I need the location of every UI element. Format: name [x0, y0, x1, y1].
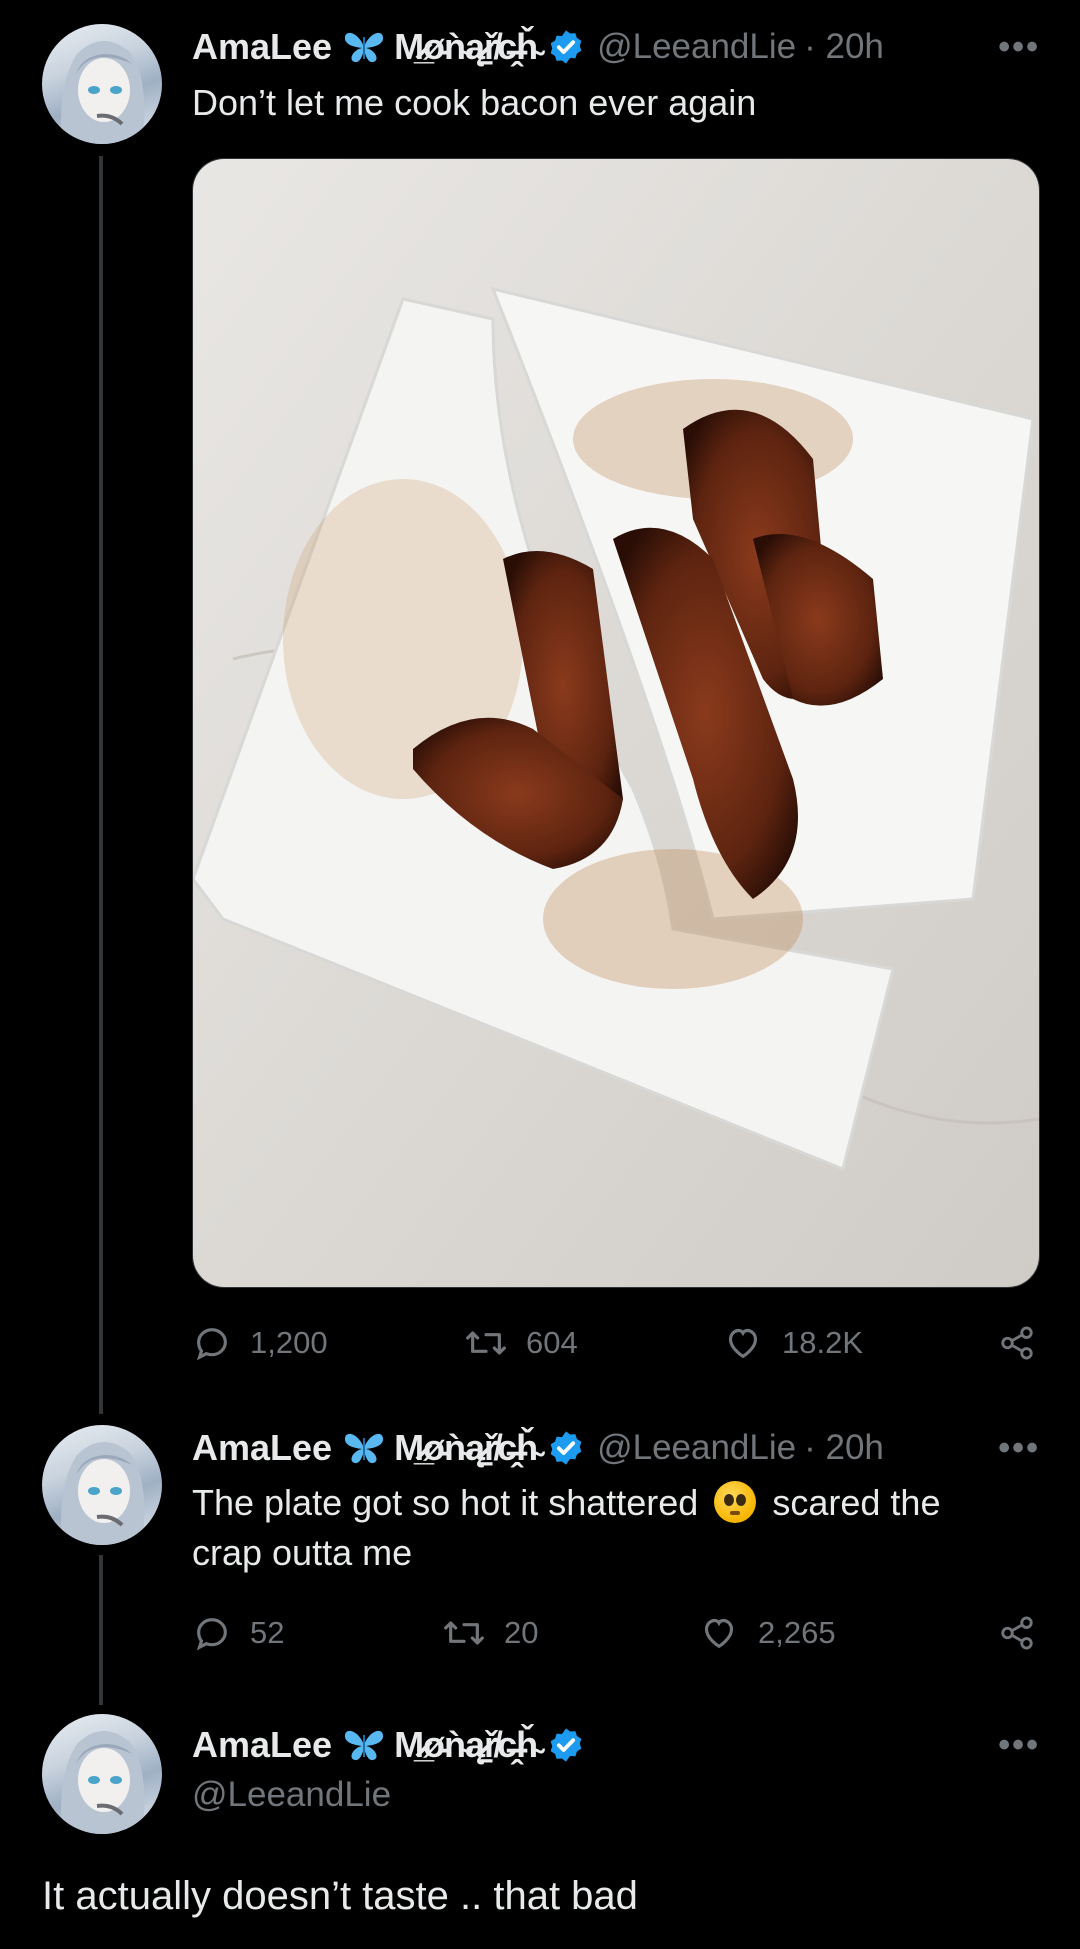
handle[interactable]: @LeeandLie: [597, 1428, 796, 1468]
more-icon[interactable]: •••: [998, 1429, 1040, 1468]
verified-badge-icon: [547, 1429, 585, 1467]
tweet-actions: 52 20 2,265: [192, 1608, 1040, 1658]
repost-icon: [466, 1331, 506, 1355]
timestamp[interactable]: · 20h: [804, 27, 884, 67]
repost-count: 604: [526, 1325, 578, 1360]
reply-count: 1,200: [250, 1325, 328, 1360]
tweet-header: AmaLee M̷̲ø̵ǹ̴ą̷̠ř̸c̶̭ȟ̴ @LeeandLie · 20…: [192, 22, 884, 72]
reply-button[interactable]: 52: [192, 1608, 284, 1658]
tweet-text-part: scared the: [772, 1482, 941, 1523]
tweet-header: AmaLee M̷̲ø̵ǹ̴ą̷̠ř̸c̶̭ȟ̴ @LeeandLie · 20…: [192, 1423, 884, 1473]
repost-button[interactable]: 604: [464, 1318, 578, 1368]
tweet-text-part: crap outta me: [192, 1532, 413, 1573]
like-button[interactable]: 18.2K: [722, 1318, 863, 1368]
share-icon: [1001, 1616, 1033, 1650]
share-button[interactable]: [998, 1318, 1054, 1368]
verified-badge-icon: [547, 28, 585, 66]
like-button[interactable]: 2,265: [698, 1608, 836, 1658]
thread-line: [99, 156, 103, 1414]
repost-icon: [444, 1621, 484, 1645]
timestamp[interactable]: · 20h: [804, 1428, 884, 1468]
tweet-text: It actually doesn’t taste .. that bad: [42, 1874, 638, 1918]
tweet-text-part: The plate got so hot it shattered: [192, 1482, 699, 1523]
avatar[interactable]: [42, 1425, 162, 1545]
reply-icon: [196, 1328, 227, 1361]
name-suffix: M̷̲ø̵ǹ̴ą̷̠ř̸c̶̭ȟ̴: [394, 1724, 538, 1765]
like-count: 18.2K: [782, 1325, 864, 1360]
tweet-actions: 1,200 604 18.2K: [192, 1318, 1040, 1368]
avatar[interactable]: [42, 24, 162, 144]
share-button[interactable]: [998, 1608, 1054, 1658]
more-icon[interactable]: •••: [998, 1726, 1040, 1765]
handle[interactable]: @LeeandLie: [597, 27, 796, 67]
name-suffix: M̷̲ø̵ǹ̴ą̷̠ř̸c̶̭ȟ̴: [394, 1427, 538, 1468]
heart-icon: [704, 1618, 734, 1649]
flushed-face-icon: [714, 1481, 757, 1524]
butterfly-icon: [342, 1430, 386, 1466]
avatar[interactable]: [42, 1714, 162, 1834]
display-name[interactable]: AmaLee: [192, 1427, 332, 1469]
reply-icon: [196, 1618, 227, 1651]
display-name[interactable]: AmaLee: [192, 1724, 332, 1766]
more-icon[interactable]: •••: [998, 28, 1040, 67]
tweet-header: AmaLee M̷̲ø̵ǹ̴ą̷̠ř̸c̶̭ȟ̴: [192, 1720, 585, 1770]
display-name[interactable]: AmaLee: [192, 26, 332, 68]
repost-button[interactable]: 20: [442, 1608, 538, 1658]
butterfly-icon: [342, 1727, 386, 1763]
handle[interactable]: @LeeandLie: [192, 1770, 391, 1820]
heart-icon: [728, 1328, 758, 1359]
tweet-text: The plate got so hot it shattered scared…: [192, 1478, 1012, 1578]
thread-line: [99, 1555, 103, 1705]
verified-badge-icon: [547, 1726, 585, 1764]
tweet-media[interactable]: [192, 158, 1040, 1288]
reply-count: 52: [250, 1615, 285, 1650]
share-icon: [1001, 1326, 1033, 1360]
name-suffix: M̷̲ø̵ǹ̴ą̷̠ř̸c̶̭ȟ̴: [394, 26, 538, 67]
reply-button[interactable]: 1,200: [192, 1318, 328, 1368]
butterfly-icon: [342, 29, 386, 65]
like-count: 2,265: [758, 1615, 836, 1650]
repost-count: 20: [504, 1615, 539, 1650]
tweet-text: Don’t let me cook bacon ever again: [192, 82, 757, 123]
